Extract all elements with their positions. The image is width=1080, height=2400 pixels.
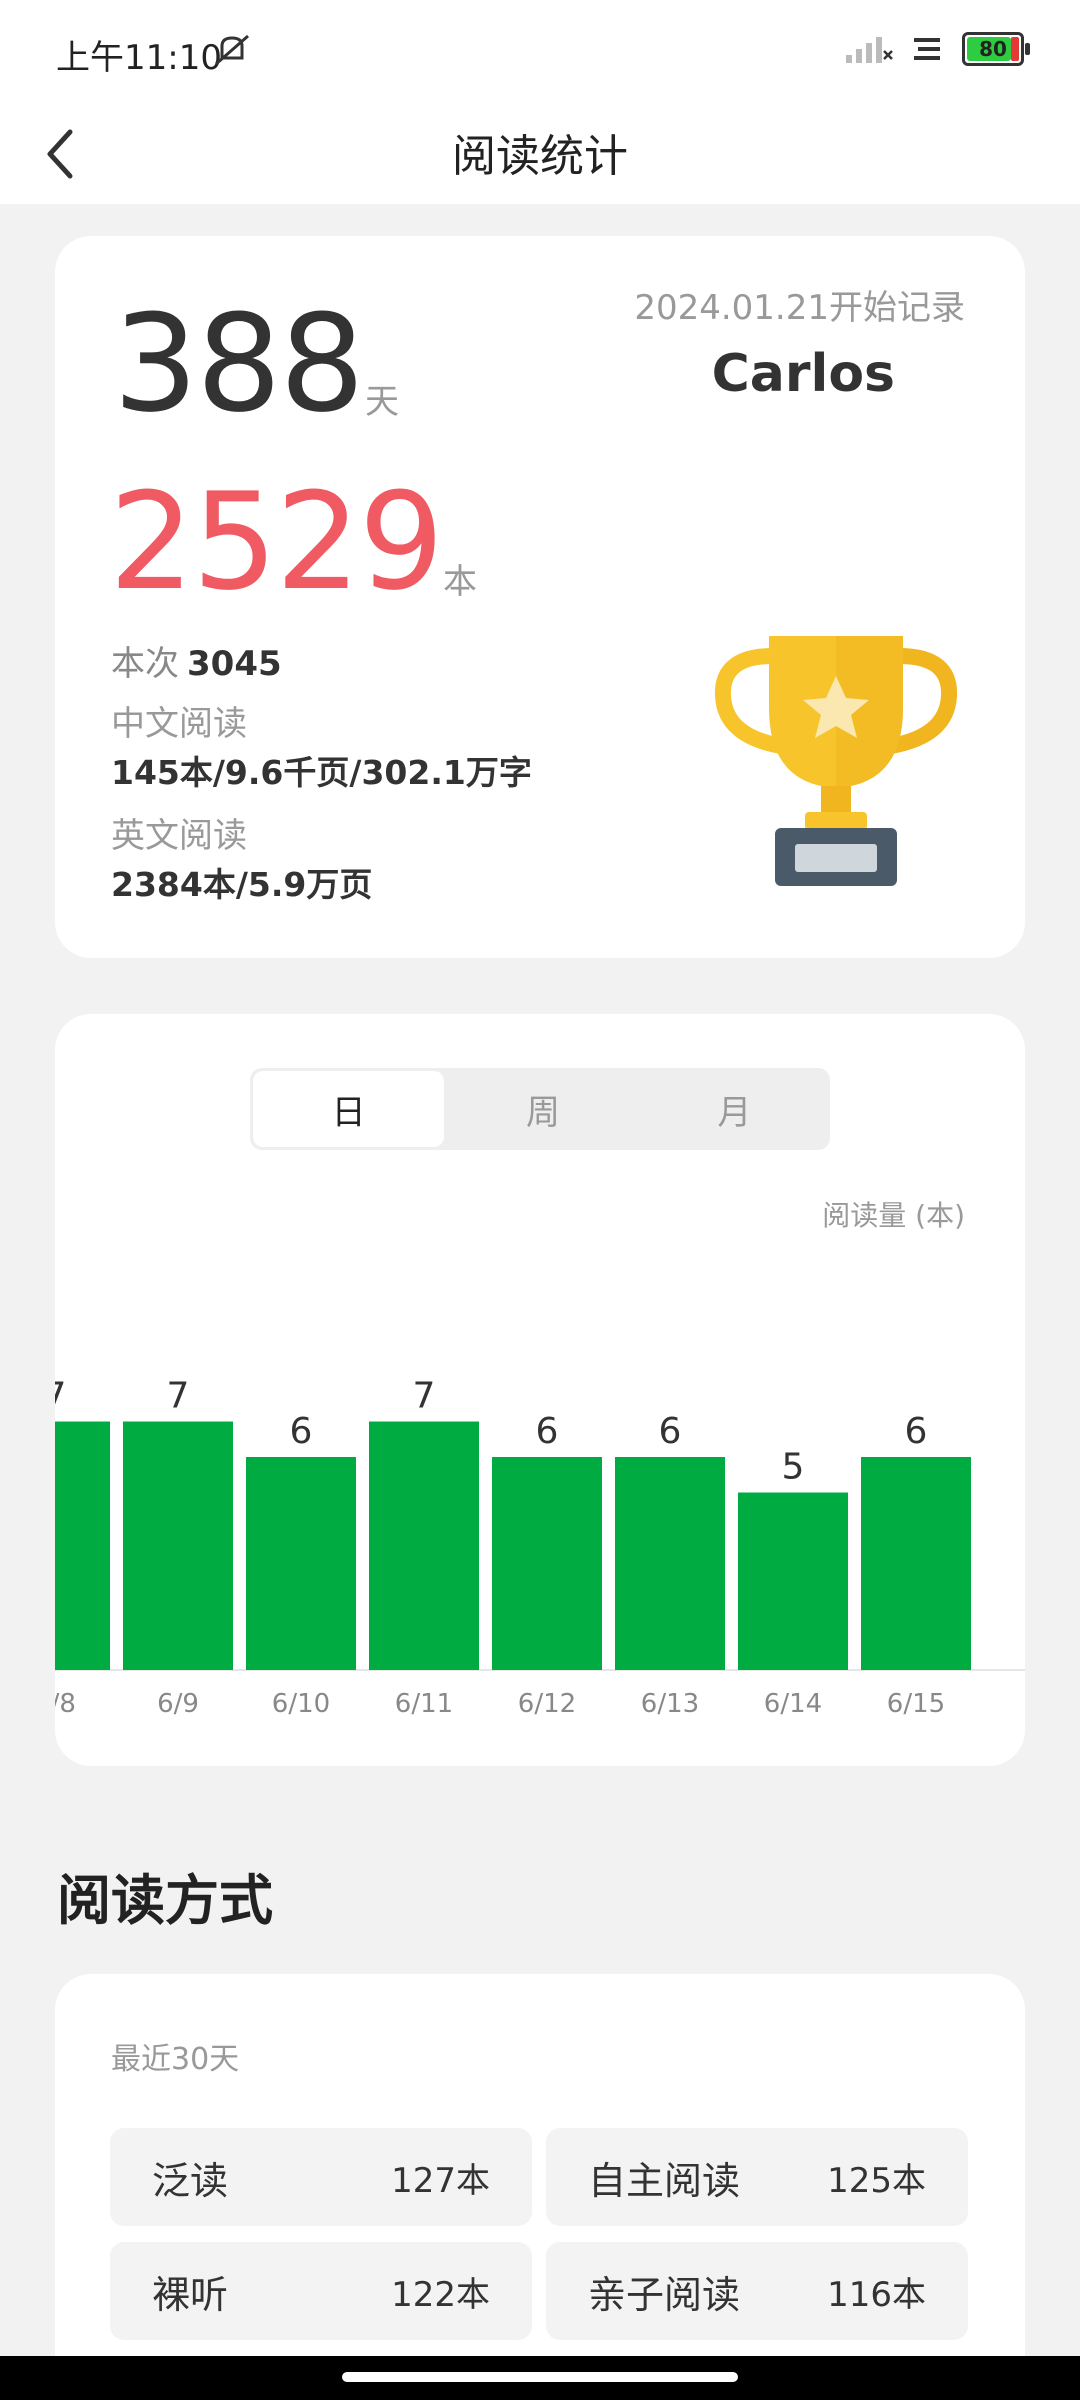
bar-value-label: 6: [290, 1411, 313, 1452]
method-value: 122本: [391, 2274, 490, 2315]
chart-bar[interactable]: [738, 1492, 848, 1671]
tab-month[interactable]: 月: [639, 1068, 830, 1150]
session-count: 本次 3045: [111, 636, 282, 685]
username: Carlos: [711, 344, 895, 404]
header-bar: 阅读统计: [0, 100, 1080, 204]
chart-bar[interactable]: [492, 1457, 602, 1670]
chart-metric-label: 阅读量 (本): [822, 1199, 965, 1232]
status-bar: 上午11:10 80: [0, 0, 1080, 100]
bar-value-label: 7: [413, 1376, 436, 1417]
x-tick-label: 6/10: [272, 1689, 330, 1719]
chart-bar[interactable]: [123, 1421, 233, 1671]
method-label: 亲子阅读: [588, 2272, 741, 2317]
reading-bar-chart[interactable]: 7 6/8 7 6/9 6 6/10 7 6/11 6 6/12 6 6/13 5 6/14 6 6/15: [55, 1254, 1025, 1734]
x-tick-label: 6/14: [764, 1689, 822, 1719]
tab-week[interactable]: 周: [447, 1068, 638, 1150]
reading-chart-card: 日 周 月 阅读量 (本) 7 6/8 7 6/9 6 6/10 7 6/11 6 6/12 6 6/…: [55, 1014, 1025, 1766]
page-title: 阅读统计: [452, 131, 628, 182]
bar-value-label: 6: [536, 1411, 559, 1452]
chart-bar[interactable]: [369, 1421, 479, 1671]
chart-bar[interactable]: [55, 1421, 110, 1671]
x-tick-label: 6/8: [55, 1689, 76, 1719]
chart-bar[interactable]: [861, 1457, 971, 1670]
mute-icon: [215, 34, 249, 66]
days-unit: 天: [365, 382, 399, 422]
session-label: 本次: [111, 644, 179, 684]
method-label: 泛读: [152, 2158, 229, 2203]
reading-methods-card: 最近30天 泛读 127本 自主阅读 125本 裸听 122本 亲子阅读 116…: [55, 1974, 1025, 2394]
bar-value-label: 6: [659, 1411, 682, 1452]
reading-methods-subtitle: 最近30天: [111, 2042, 240, 2077]
books-unit: 本: [443, 562, 477, 602]
tab-day[interactable]: 日: [253, 1071, 445, 1147]
menu-icon: [914, 38, 940, 60]
signal-icon: [846, 37, 893, 63]
method-item[interactable]: 裸听 122本: [110, 2242, 532, 2340]
home-indicator[interactable]: [342, 2372, 738, 2382]
method-label: 裸听: [152, 2272, 229, 2317]
x-tick-label: 6/13: [641, 1689, 699, 1719]
reading-methods-title: 阅读方式: [57, 1869, 273, 1932]
chinese-reading-label: 中文阅读: [111, 704, 247, 744]
session-value: 3045: [187, 644, 282, 684]
bar-value-label: 6: [905, 1411, 928, 1452]
bar-value-label: 7: [55, 1376, 66, 1417]
x-tick-label: 6/9: [157, 1689, 199, 1719]
summary-card: 388 天 2024.01.21开始记录 Carlos 2529 本 本次 304…: [55, 236, 1025, 958]
english-reading-label: 英文阅读: [111, 816, 247, 856]
gesture-bar: [0, 2356, 1080, 2400]
bar-value-label: 7: [167, 1376, 190, 1417]
method-label: 自主阅读: [588, 2158, 741, 2203]
english-reading-value: 2384本/5.9万页: [111, 865, 373, 904]
total-books: 2529: [109, 464, 444, 620]
chart-bar[interactable]: [615, 1457, 725, 1670]
method-value: 116本: [827, 2274, 926, 2315]
x-tick-label: 6/15: [887, 1689, 945, 1719]
x-tick-label: 6/12: [518, 1689, 576, 1719]
x-tick-label: 6/11: [395, 1689, 453, 1719]
period-tabs: 日 周 月: [250, 1068, 830, 1150]
bar-value-label: 5: [782, 1447, 805, 1488]
status-time: 上午11:10: [56, 38, 222, 78]
total-days: 388: [113, 286, 365, 442]
chart-bar[interactable]: [246, 1457, 356, 1670]
method-item[interactable]: 自主阅读 125本: [546, 2128, 968, 2226]
start-date-text: 2024.01.21开始记录: [634, 288, 965, 328]
battery-level: 80: [979, 37, 1007, 61]
method-item[interactable]: 亲子阅读 116本: [546, 2242, 968, 2340]
battery-icon: 80: [962, 32, 1030, 66]
trophy-icon: [714, 636, 958, 886]
method-value: 125本: [827, 2160, 926, 2201]
method-item[interactable]: 泛读 127本: [110, 2128, 532, 2226]
method-value: 127本: [391, 2160, 490, 2201]
chinese-reading-value: 145本/9.6千页/302.1万字: [111, 753, 532, 792]
